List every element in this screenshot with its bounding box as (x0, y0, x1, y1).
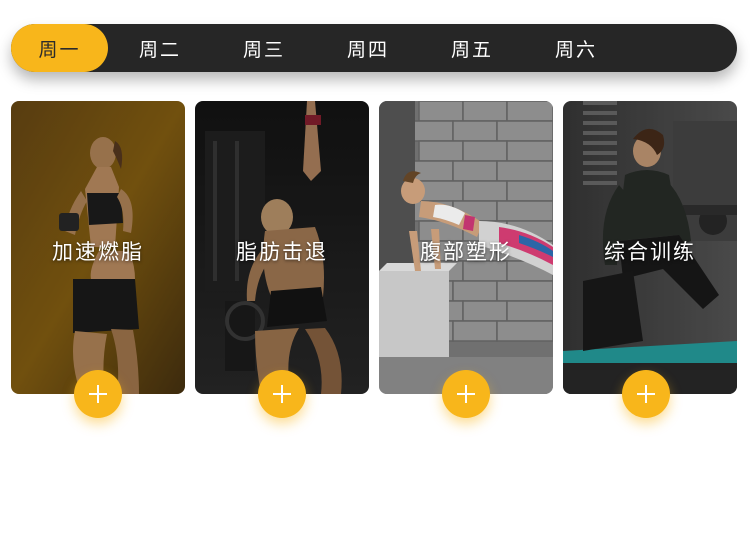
workout-card-comprehensive[interactable]: 综合训练 (563, 101, 737, 394)
workout-card-list: 加速燃脂 脂肪击退 腹部塑形 综合训练 (11, 101, 737, 431)
workout-card-abs[interactable]: 腹部塑形 (379, 101, 553, 394)
plus-icon (457, 385, 475, 403)
add-workout-button[interactable] (622, 370, 670, 418)
card-title: 综合训练 (604, 240, 696, 264)
plus-icon (273, 385, 291, 403)
tab-monday[interactable]: 周一 (11, 24, 108, 72)
tab-friday[interactable]: 周五 (420, 24, 524, 72)
add-workout-button[interactable] (258, 370, 306, 418)
add-workout-button[interactable] (442, 370, 490, 418)
plus-icon (89, 385, 107, 403)
tab-tuesday[interactable]: 周二 (108, 24, 212, 72)
add-workout-button[interactable] (74, 370, 122, 418)
tab-thursday[interactable]: 周四 (316, 24, 420, 72)
tab-wednesday[interactable]: 周三 (212, 24, 316, 72)
card-title: 脂肪击退 (236, 240, 328, 264)
plus-icon (637, 385, 655, 403)
workout-card-fat-burn[interactable]: 加速燃脂 (11, 101, 185, 394)
tab-saturday[interactable]: 周六 (524, 24, 628, 72)
weekday-tabbar: 周一 周二 周三 周四 周五 周六 (11, 24, 737, 72)
card-title: 加速燃脂 (52, 240, 144, 264)
workout-card-fat-attack[interactable]: 脂肪击退 (195, 101, 369, 394)
card-title: 腹部塑形 (420, 240, 512, 264)
